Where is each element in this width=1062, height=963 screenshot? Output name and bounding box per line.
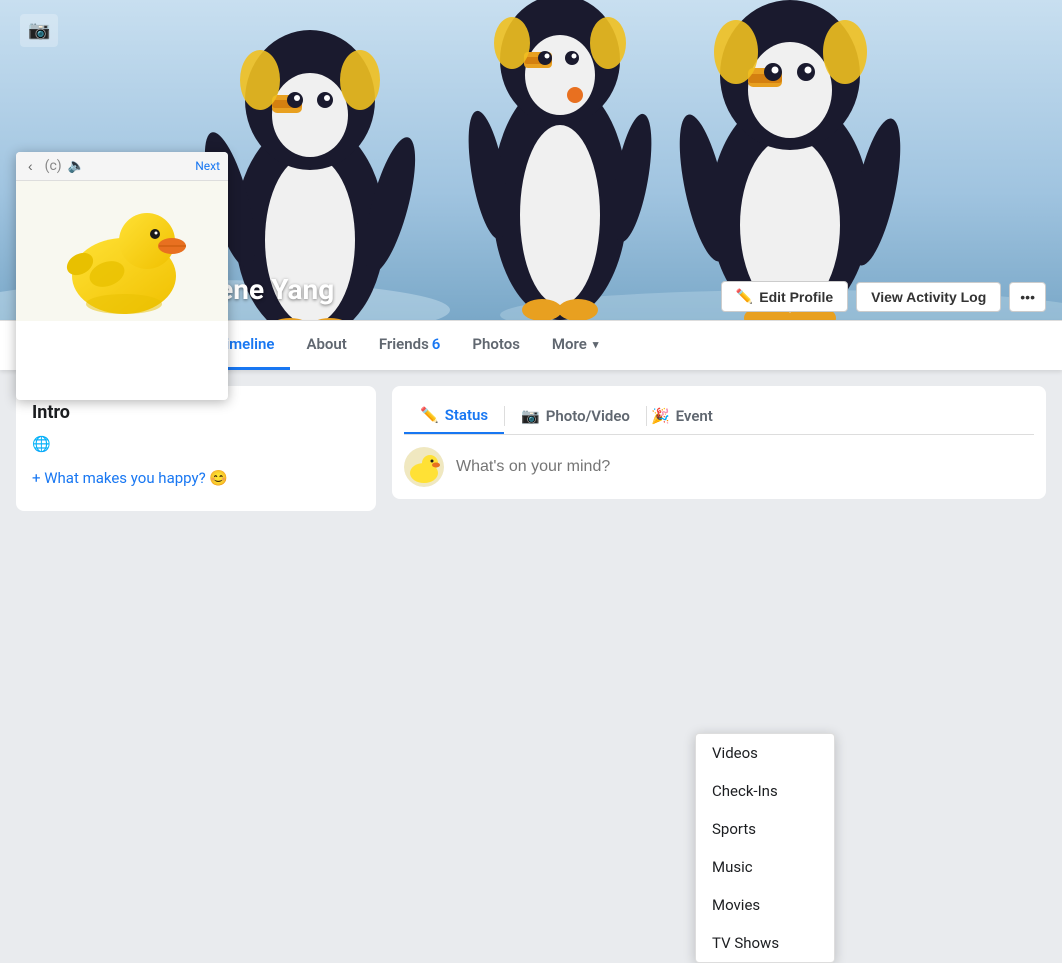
view-activity-log-button[interactable]: View Activity Log [856,282,1001,312]
camera-post-icon: 📷 [521,407,540,425]
viewer-image-area [16,181,228,321]
intro-title: Intro [32,402,360,423]
dropdown-item-checkins[interactable]: Check-Ins [696,772,834,810]
more-options-button[interactable]: ••• [1009,282,1046,312]
intro-box: Intro 🌐 + What makes you happy? 😊 [16,386,376,511]
camera-icon: 📷 [28,20,50,41]
chevron-down-icon: ▾ [593,338,599,351]
tab-about[interactable]: About [290,321,362,370]
copyright-icon: (c) [45,158,62,174]
dropdown-item-videos[interactable]: Videos [696,734,834,772]
tab-more[interactable]: More ▾ [536,321,614,370]
pencil-icon: ✏️ [736,288,753,305]
post-text-input[interactable] [456,458,1034,476]
tab-photos[interactable]: Photos [456,321,536,370]
viewer-icons: (c) 🔈 [45,158,85,174]
post-tab-event[interactable]: 🎉 Event [647,398,717,434]
dropdown-item-tvshows[interactable]: TV Shows [696,924,834,962]
profile-name: Irene Yang [200,273,705,306]
avatar-image [404,447,444,487]
viewer-prev-button[interactable]: ‹ [24,156,37,176]
viewer-next-link[interactable]: Next [195,159,220,173]
profile-name-block: Irene Yang [184,273,721,320]
dropdown-item-movies[interactable]: Movies [696,886,834,924]
dropdown-item-sports[interactable]: Sports [696,810,834,848]
left-sidebar: Intro 🌐 + What makes you happy? 😊 [16,386,376,511]
add-intro-item[interactable]: + What makes you happy? 😊 [32,461,360,495]
pencil-post-icon: ✏️ [420,406,439,424]
post-create-box: ✏️ Status 📷 Photo/Video 🎉 Event [392,386,1046,499]
more-dropdown-menu: Videos Check-Ins Sports Music Movies TV … [695,733,835,963]
intro-globe-row: 🌐 [32,435,360,453]
post-tab-photo[interactable]: 📷 Photo/Video [505,398,646,434]
post-tab-status[interactable]: ✏️ Status [404,398,504,434]
update-cover-photo-button[interactable]: 📷 [20,14,58,47]
post-tabs: ✏️ Status 📷 Photo/Video 🎉 Event [404,398,1034,435]
event-icon: 🎉 [651,407,670,425]
post-input-row [404,447,1034,487]
tab-friends[interactable]: Friends6 [363,321,457,370]
duck-image [52,186,192,316]
profile-pic-viewer: ‹ (c) 🔈 Next [16,152,228,400]
volume-icon: 🔈 [68,158,85,174]
viewer-toolbar: ‹ (c) 🔈 Next [16,152,228,181]
page-wrapper: 📷 Irene Yang ✏️ Edit Profile View Activi… [0,0,1062,527]
user-avatar-small [404,447,444,487]
dropdown-item-music[interactable]: Music [696,848,834,886]
edit-profile-button[interactable]: ✏️ Edit Profile [721,281,848,312]
profile-action-buttons: ✏️ Edit Profile View Activity Log ••• [721,281,1046,320]
right-content: ✏️ Status 📷 Photo/Video 🎉 Event [392,386,1046,511]
globe-icon: 🌐 [32,435,51,453]
